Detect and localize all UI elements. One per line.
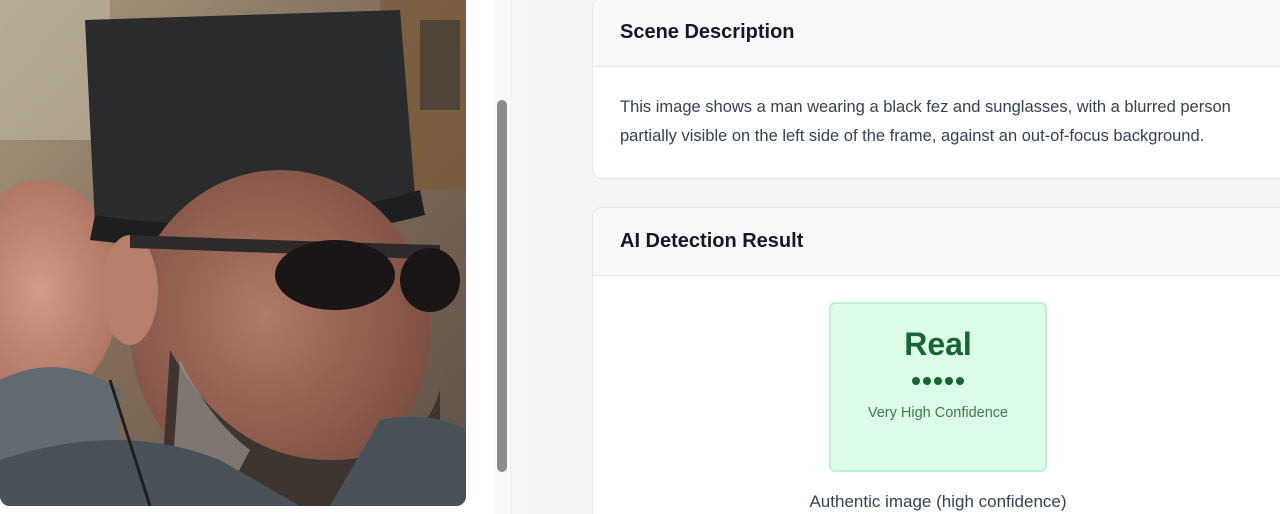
confidence-label: Very High Confidence [867,405,1009,421]
confidence-dot [912,377,920,385]
confidence-dot [956,377,964,385]
confidence-dots [831,377,1045,385]
uploaded-photo [0,0,466,506]
confidence-dot [945,377,953,385]
scene-description-card: Scene Description This image shows a man… [592,0,1280,179]
ai-detection-card: AI Detection Result Real Very High Confi… [592,207,1280,514]
scrollbar-thumb[interactable] [497,100,507,472]
confidence-dot [934,377,942,385]
scene-description-title: Scene Description [593,0,1280,67]
image-panel [0,0,510,514]
confidence-dot [923,377,931,385]
app-root: Scene Description This image shows a man… [0,0,1280,514]
photo-illustration [0,0,466,506]
verdict-label: Real [904,326,972,362]
ai-detection-title: AI Detection Result [593,208,1280,276]
column-divider [510,0,528,514]
verdict-box: Real Very High Confidence [829,302,1047,472]
detection-summary: Authentic image (high confidence) [809,492,1067,511]
scene-description-text: This image shows a man wearing a black f… [620,98,1231,145]
